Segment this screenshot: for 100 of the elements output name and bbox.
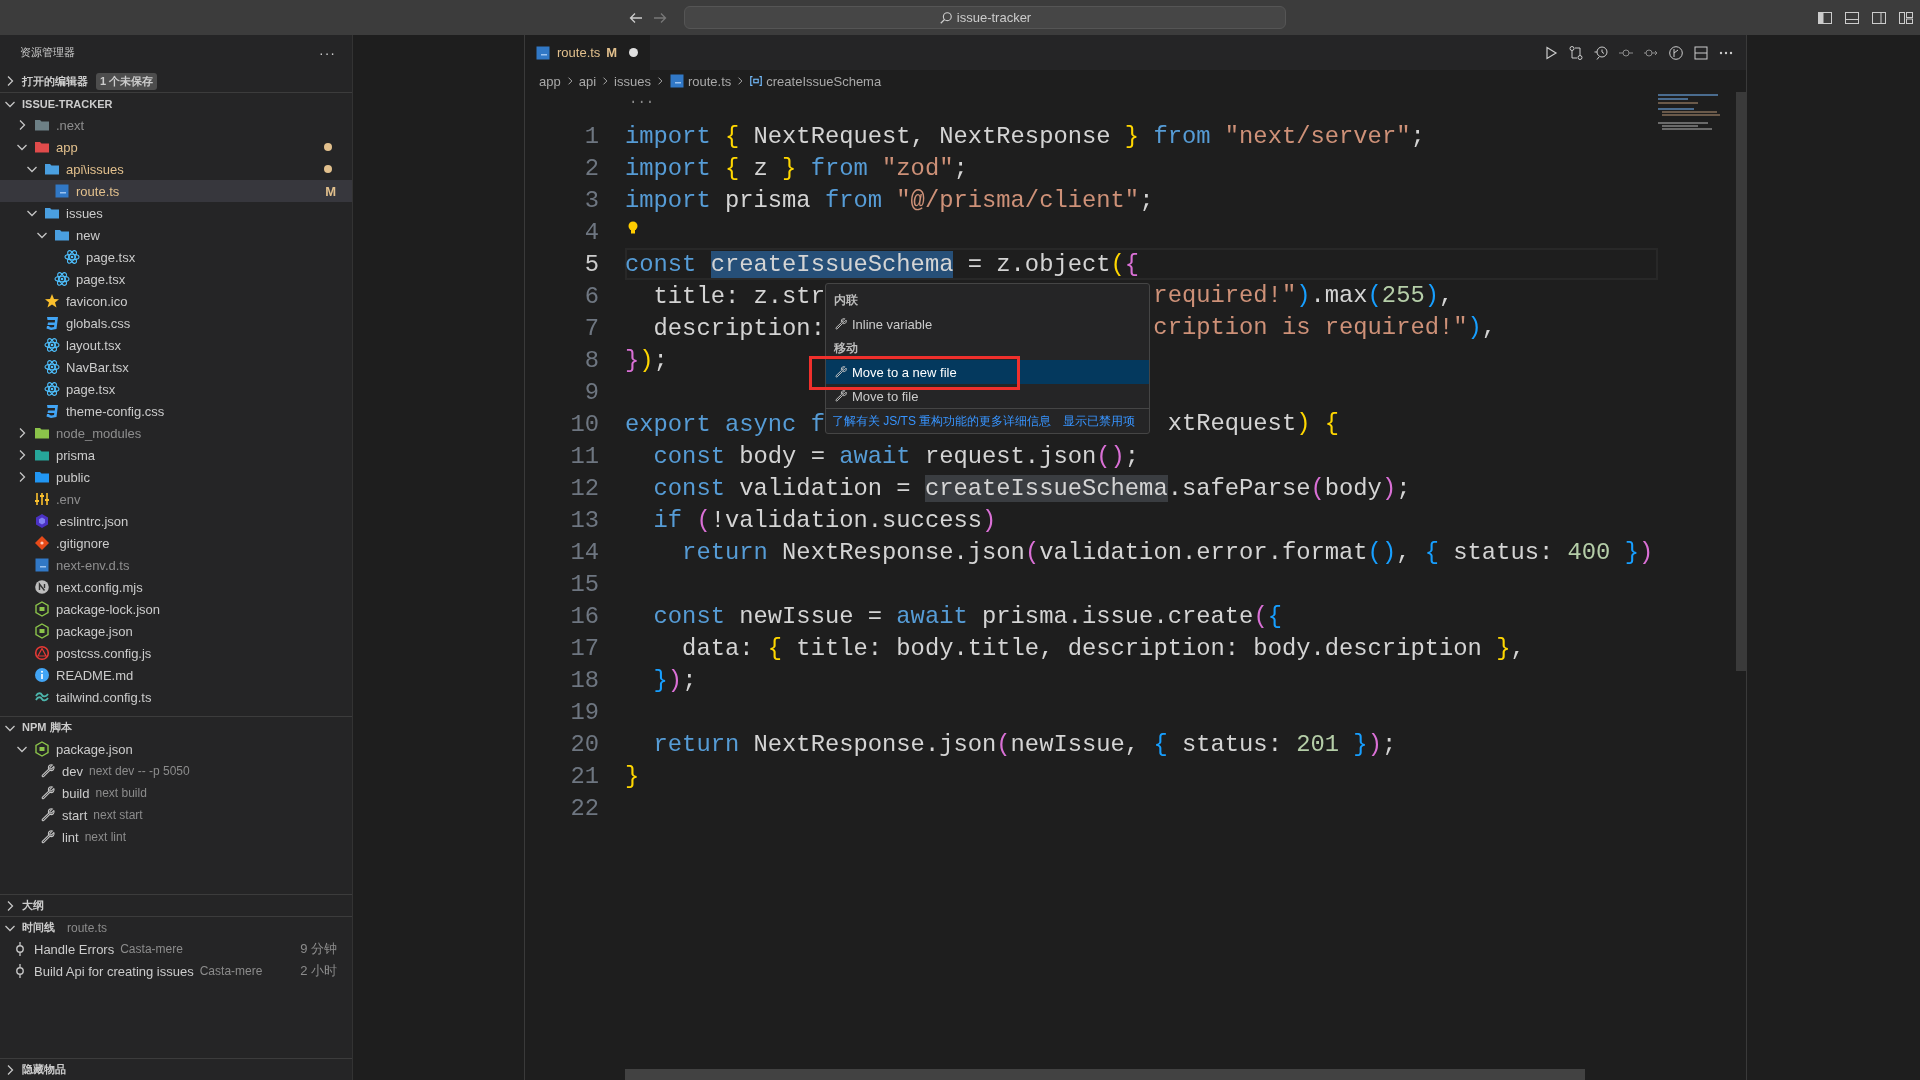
line-number: 13 xyxy=(569,506,600,534)
section-header[interactable]: NPM 脚本 xyxy=(0,716,352,738)
tree-item[interactable]: README.md xyxy=(0,664,352,686)
breadcrumb-item[interactable]: route.ts xyxy=(687,73,732,89)
tree-item[interactable]: package-lock.json xyxy=(0,598,352,620)
section-header[interactable]: 大纲 xyxy=(0,894,352,916)
tree-item[interactable]: tailwind.config.ts xyxy=(0,686,352,708)
line-number: 8 xyxy=(583,346,600,374)
tree-item[interactable]: package.json xyxy=(0,738,352,760)
atom-icon xyxy=(44,359,60,375)
commit-author: Casta-mere xyxy=(120,942,183,956)
code-line: } xyxy=(625,762,640,790)
code-line: if (!validation.success) xyxy=(652,506,997,534)
script-name[interactable]: start xyxy=(62,807,88,823)
script-name[interactable]: dev xyxy=(62,763,83,779)
wrench-icon xyxy=(833,389,848,403)
section-header[interactable]: 打开的编辑器 1 个未保存 xyxy=(0,70,352,92)
compare-icon[interactable] xyxy=(1568,44,1584,61)
scrollbar-thumb[interactable] xyxy=(625,1069,1585,1080)
code-line: xtRequest) { xyxy=(1166,409,1339,439)
menu-item[interactable]: Move to file xyxy=(825,384,1150,408)
sidebar-toggle-icon[interactable] xyxy=(1817,9,1833,26)
tree-item[interactable]: next-env.d.ts xyxy=(0,554,352,576)
breadcrumb-item[interactable]: app xyxy=(539,73,561,89)
layout-icon[interactable] xyxy=(1898,9,1914,26)
wrench-icon xyxy=(40,807,56,823)
code-line: const createIssueSchema = z.object({ xyxy=(625,250,1140,278)
script-name[interactable]: lint xyxy=(62,829,79,845)
script-command: next dev -- -p 5050 xyxy=(88,764,190,778)
tree-item[interactable]: .env xyxy=(0,488,352,510)
breadcrumb-item[interactable]: issues xyxy=(614,73,651,89)
tree-item[interactable]: node_modules xyxy=(0,422,352,444)
code-line: data: { title: body.title, description: body.description }, xyxy=(681,634,1525,662)
ring-icon xyxy=(34,645,50,661)
tree-item[interactable]: route.ts M xyxy=(0,180,352,202)
section-header[interactable]: ISSUE-TRACKER xyxy=(0,92,352,114)
secondary-sidebar-icon[interactable] xyxy=(1871,9,1887,26)
menu-item[interactable]: Inline variable xyxy=(825,312,1150,336)
tree-item[interactable]: postcss.config.js xyxy=(0,642,352,664)
line-number: 17 xyxy=(569,634,600,662)
code-line: cription is required!"), xyxy=(1153,313,1497,343)
timeline-entry[interactable]: Build Api for creating issues xyxy=(34,963,194,979)
section-header[interactable]: 时间线 route.ts xyxy=(0,916,352,938)
ts-file-icon xyxy=(668,73,685,89)
tree-item[interactable]: theme-config.css xyxy=(0,400,352,422)
commit-time: 9 分钟 xyxy=(300,940,337,958)
tree-item[interactable]: .eslintrc.json xyxy=(0,510,352,532)
line-number: 19 xyxy=(569,698,600,726)
tree-item[interactable]: NavBar.tsx xyxy=(0,356,352,378)
graph-icon[interactable] xyxy=(1668,44,1684,61)
line-number: 15 xyxy=(569,570,600,598)
tree-item[interactable]: package.json xyxy=(0,620,352,642)
search-field[interactable]: issue-tracker xyxy=(684,6,1286,29)
tree-item[interactable]: page.tsx xyxy=(0,268,352,290)
line-number: 16 xyxy=(569,602,600,630)
code-line: export async f xyxy=(625,410,825,438)
line-number: 2 xyxy=(583,154,600,182)
tree-item[interactable]: api\issues xyxy=(0,158,352,180)
tree-item[interactable]: .next xyxy=(0,114,352,136)
line-number: 10 xyxy=(569,410,600,438)
timeline-entry[interactable]: Handle Errors xyxy=(34,941,115,957)
editor-tab[interactable]: route.ts M xyxy=(525,35,651,70)
status-dot xyxy=(324,143,332,151)
tree-item[interactable]: prisma xyxy=(0,444,352,466)
help-link[interactable]: 显示已禁用项 xyxy=(1063,412,1136,430)
round-logo-icon xyxy=(34,579,50,595)
tree-item[interactable]: issues xyxy=(0,202,352,224)
script-command: next lint xyxy=(84,830,126,844)
history-icon[interactable] xyxy=(1593,44,1609,61)
star-icon xyxy=(44,293,60,309)
tree-item[interactable]: layout.tsx xyxy=(0,334,352,356)
atom-icon xyxy=(44,337,60,353)
wrench-icon xyxy=(40,763,56,779)
split-editor-icon[interactable] xyxy=(1693,44,1709,61)
commit-author: Casta-mere xyxy=(199,964,263,978)
help-link[interactable]: 了解有关 JS/TS 重构功能的更多详细信息 xyxy=(831,412,1052,430)
play-icon[interactable] xyxy=(1543,44,1559,61)
tree-item[interactable]: next.config.mjs xyxy=(0,576,352,598)
scrollbar-thumb[interactable] xyxy=(1736,92,1746,671)
script-name[interactable]: build xyxy=(62,785,90,801)
folder-icon xyxy=(34,117,50,133)
atom-icon xyxy=(54,271,70,287)
tree-item[interactable]: public xyxy=(0,466,352,488)
tree-item[interactable]: new xyxy=(0,224,352,246)
menu-item[interactable]: Move to a new file xyxy=(825,360,1150,384)
more-button[interactable]: ··· xyxy=(319,44,336,61)
folder-icon xyxy=(44,161,60,177)
tree-item[interactable]: globals.css xyxy=(0,312,352,334)
section-header[interactable]: 隐藏物品 xyxy=(0,1058,352,1080)
breadcrumb-item[interactable]: api xyxy=(578,73,597,89)
code-line: }); xyxy=(625,346,668,374)
tree-item[interactable]: page.tsx xyxy=(0,246,352,268)
panel-toggle-icon[interactable] xyxy=(1844,9,1860,26)
tree-item[interactable]: app xyxy=(0,136,352,158)
tree-item[interactable]: favicon.ico xyxy=(0,290,352,312)
tree-item[interactable]: page.tsx xyxy=(0,378,352,400)
folder-icon xyxy=(34,447,50,463)
tree-item[interactable]: .gitignore xyxy=(0,532,352,554)
line-number: 18 xyxy=(569,666,600,694)
breadcrumb-item[interactable]: createIssueSchema xyxy=(766,73,882,89)
